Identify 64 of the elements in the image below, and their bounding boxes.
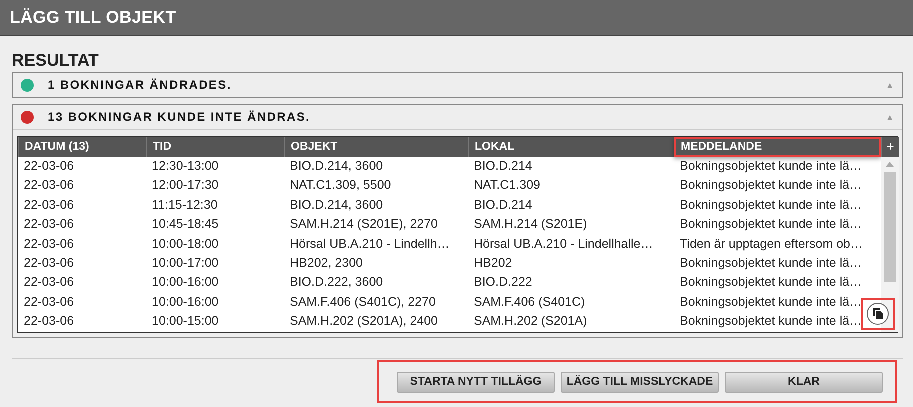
table-cell-text: 12:30-13:00 [151,158,220,175]
section-heading: RESULTAT [12,50,100,72]
action-button[interactable]: STARTA NYTT TILLÄGG [397,372,555,393]
table-cell-text: Bokningsobjektet kunde inte lä… [679,254,864,272]
table-cell-text: Bokningsobjektet kunde inte lä… [679,177,864,194]
scrollbar[interactable] [881,157,899,332]
column-header[interactable]: DATUM (13) [18,137,146,157]
table-cell-text: Bokningsobjektet kunde inte lä… [679,158,864,175]
scroll-up-icon[interactable] [886,162,894,167]
copy-button[interactable] [861,298,895,330]
panel-title: 1 BOKNINGAR ÄNDRADES. [48,78,233,92]
table-cell-text: SAM.H.214 (S201E), 2270 [289,216,439,234]
table-cell-text: BIO.D.222, 3600 [289,274,384,292]
table-cell-text: Tiden är upptagen eftersom ob… [679,236,864,253]
column-header[interactable]: TID [146,137,284,157]
table-cell-text: Hörsal UB.A.210 - Lindellh… [289,236,451,253]
table-cell-text: Bokningsobjektet kunde inte lä… [679,216,864,234]
table-cell-text: 22-03-06 [23,236,76,253]
column-header[interactable]: OBJEKT [284,137,468,157]
panel-title: 13 BOKNINGAR KUNDE INTE ÄNDRAS. [48,110,312,124]
window-title: LÄGG TILL OBJEKT [10,8,176,28]
table-cell-text: BIO.D.222 [473,274,534,292]
table-cell-text: Bokningsobjektet kunde inte lä… [679,313,864,330]
table-cell-text: 22-03-06 [23,158,76,175]
table-cell-text: Hörsal UB.A.210 - Lindellhalle… [473,236,654,253]
table-cell-text: SAM.F.406 (S401C), 2270 [289,294,437,311]
table-cell-text: 10:00-15:00 [151,313,220,330]
table-cell-text: SAM.H.214 (S201E) [473,216,588,234]
table-cell-text: BIO.D.214 [473,196,534,214]
action-button[interactable]: LÄGG TILL MISSLYCKADE [561,372,719,393]
panel-header[interactable]: 1 BOKNINGAR ÄNDRADES. ▲ [13,73,902,97]
add-column-button[interactable]: + [881,137,899,157]
column-header[interactable]: MEDDELANDE [674,137,881,157]
copy-icon [872,308,884,320]
panel-header[interactable]: 13 BOKNINGAR KUNDE INTE ÄNDRAS. ▲ [13,105,902,130]
table-cell-text: SAM.H.202 (S201A) [473,313,588,330]
table-cell-text: HB202, 2300 [289,254,364,272]
table-cell-text: Bokningsobjektet kunde inte lä… [679,274,864,292]
table-cell-text: Bokningsobjektet kunde inte lä… [679,294,864,311]
table-cell-text: 22-03-06 [23,313,76,330]
table-cell-text: 10:00-16:00 [151,294,220,311]
table-cell-text: NAT.C1.309, 5500 [289,177,392,194]
table-cell-text: 22-03-06 [23,177,76,194]
table-cell-text: 10:00-17:00 [151,254,220,272]
table-cell-text: 12:00-17:30 [151,177,220,194]
table-cell-text: NAT.C1.309 [473,177,542,194]
table-cell-text: 10:45-18:45 [151,216,220,234]
table-cell-text: 22-03-06 [23,274,76,292]
table-cell-text: 22-03-06 [23,294,76,311]
table-cell-text: BIO.D.214, 3600 [289,158,384,175]
table-cell-text: BIO.D.214 [473,158,534,175]
table-cell-text: SAM.H.202 (S201A), 2400 [289,313,439,330]
table-cell-text: 22-03-06 [23,254,76,272]
action-button[interactable]: KLAR [725,372,883,393]
table-cell-text: HB202 [473,254,514,272]
table-cell-text: 10:00-18:00 [151,236,220,253]
table-cell-text: Bokningsobjektet kunde inte lä… [679,196,864,214]
table-cell-text: SAM.F.406 (S401C) [473,294,586,311]
table-cell-text: 11:15-12:30 [151,196,219,214]
column-header[interactable]: LOKAL [468,137,674,157]
table-cell-text: 22-03-06 [23,216,76,234]
table-cell-text: 10:00-16:00 [151,274,220,292]
table-cell-text: 22-03-06 [23,196,76,214]
table-cell-text: BIO.D.214, 3600 [289,196,384,214]
